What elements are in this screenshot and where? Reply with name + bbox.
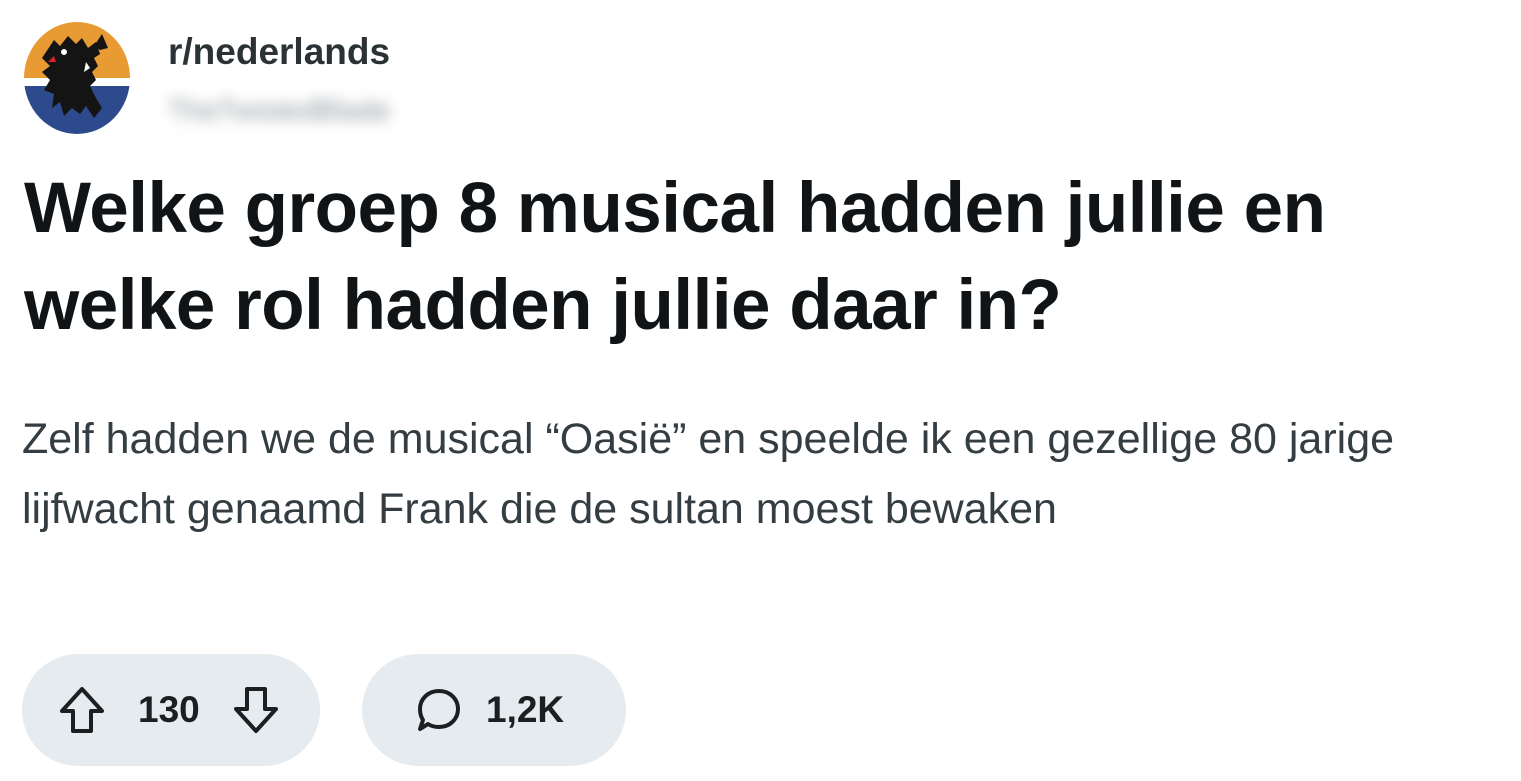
vote-count: 130 [138,689,200,730]
arrow-down-icon [233,687,278,733]
flemish-lion-icon [24,22,130,134]
speech-bubble-icon [418,689,460,731]
subreddit-name[interactable]: r/nederlands [168,30,390,74]
author-username[interactable]: TheTwistedBlade [168,94,390,128]
post-body: Zelf hadden we de musical “Oasië” en spe… [22,415,1395,533]
post-card: r/nederlands TheTwistedBlade Welke groep… [0,0,1521,781]
post-title[interactable]: Welke groep 8 musical hadden jullie en w… [24,160,1514,354]
subreddit-avatar[interactable] [24,22,130,134]
comment-count: 1,2K [486,689,565,730]
downvote-button[interactable] [230,684,282,736]
post-header: r/nederlands TheTwistedBlade [24,22,390,134]
comments-button[interactable]: 1,2K [362,654,626,766]
upvote-button[interactable] [56,684,108,736]
vote-control: 130 [22,654,320,766]
post-meta: r/nederlands TheTwistedBlade [168,30,390,128]
arrow-up-icon [60,687,104,733]
post-actions: 130 1,2K [22,654,626,766]
comment-icon-wrap [414,685,464,735]
